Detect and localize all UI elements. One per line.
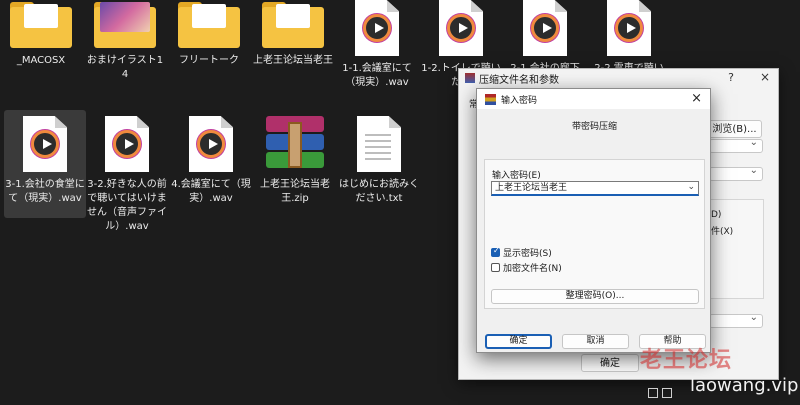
browse-button[interactable]: 浏览(B)... <box>707 120 762 138</box>
dialog-heading: 带密码压缩 <box>571 122 617 132</box>
password-value: 上老王论坛当老王 <box>495 183 568 193</box>
zip-archive-icon <box>264 116 326 172</box>
organize-passwords-button[interactable]: 整理密码(O)... <box>491 289 699 304</box>
password-panel: 输入密码(E) 上老王论坛当老王 ⌄ 显示密码(S) 加密文件名(N) 整理密码… <box>484 159 705 309</box>
file-item-freetalk[interactable]: フリートーク <box>168 2 250 68</box>
audio-file-icon <box>523 0 567 56</box>
cancel-button[interactable]: 取消 <box>562 334 629 349</box>
file-item-wav-4[interactable]: 4.会議室にて（現実）.wav <box>170 116 252 206</box>
file-item-zip[interactable]: 上老王论坛当老王.zip <box>254 116 336 206</box>
file-name: 上老王论坛当老王.zip <box>260 179 330 204</box>
text-file-icon <box>357 116 401 172</box>
file-name: はじめにお読みください.txt <box>339 179 419 204</box>
view-tiles-icon[interactable] <box>662 388 672 398</box>
folder-icon <box>262 2 324 48</box>
close-icon[interactable]: × <box>691 91 702 106</box>
file-item-wav-1-1[interactable]: 1-1.会議室にて（現実）.wav <box>336 0 418 90</box>
dialog-title: 输入密码 <box>501 95 538 106</box>
enter-password-dialog[interactable]: 输入密码 × 带密码压缩 输入密码(E) 上老王论坛当老王 ⌄ 显示密码(S) … <box>476 88 711 353</box>
view-details-icon[interactable] <box>648 388 658 398</box>
file-name: 4.会議室にて（現実）.wav <box>171 179 251 204</box>
checkbox-checked-icon[interactable] <box>491 246 500 257</box>
update-mode-combo[interactable] <box>709 165 763 181</box>
encrypt-names-checkbox[interactable]: 加密文件名(N) <box>491 261 562 274</box>
file-item-macosx[interactable]: _MACOSX <box>0 2 82 68</box>
winrar-logo-icon <box>465 73 475 83</box>
file-name: 3-2.好きな人の前で聴いてはいけません（音声ファイル）.wav <box>87 179 167 232</box>
file-item-wav-2-1[interactable]: 2-1.会社の廊下 <box>504 0 586 76</box>
close-icon[interactable]: × <box>760 70 770 84</box>
file-item-wav-3-1[interactable]: 3-1.会社の食堂にて（現実）.wav <box>4 110 86 218</box>
file-item-folder-laowang[interactable]: 上老王论坛当老王 <box>252 2 334 68</box>
file-name: おまけイラスト14 <box>86 55 164 80</box>
file-name: 1-1.会議室にて（現実）.wav <box>342 63 412 88</box>
audio-file-icon <box>189 116 233 172</box>
audio-file-icon <box>355 0 399 56</box>
watermark-logo-text: 老王论坛 <box>640 348 733 373</box>
watermark-url: laowang.vip <box>690 375 799 396</box>
file-name: 上老王论坛当老王 <box>253 55 333 66</box>
audio-file-icon <box>439 0 483 56</box>
option-fragment-x: 件(X) <box>711 227 734 237</box>
file-item-txt[interactable]: はじめにお読みください.txt <box>338 116 420 206</box>
winrar-logo-icon <box>485 93 496 105</box>
file-item-omake[interactable]: おまけイラスト14 <box>84 2 166 82</box>
dialog-titlebar[interactable]: 输入密码 <box>477 89 710 109</box>
checkbox-unchecked-icon[interactable] <box>491 263 500 272</box>
encrypt-names-label: 加密文件名(N) <box>503 264 562 274</box>
show-password-label: 显示密码(S) <box>503 249 552 259</box>
ok-button[interactable]: 确定 <box>485 334 552 349</box>
archive-params-title: 压缩文件名和参数 <box>479 74 559 86</box>
ok-button-back[interactable]: 确定 <box>581 354 639 372</box>
file-item-wav-3-2[interactable]: 3-2.好きな人の前で聴いてはいけません（音声ファイル）.wav <box>86 116 168 234</box>
show-password-checkbox[interactable]: 显示密码(S) <box>491 246 552 259</box>
chevron-down-icon[interactable]: ⌄ <box>687 181 695 193</box>
file-item-wav-2-2[interactable]: 2-2.電車で聴い <box>588 0 670 76</box>
folder-icon <box>178 2 240 48</box>
password-field-back[interactable] <box>709 312 763 328</box>
file-name: _MACOSX <box>16 55 66 66</box>
folder-icon <box>94 2 156 48</box>
folder-icon <box>10 2 72 48</box>
password-input[interactable]: 上老王论坛当老王 ⌄ <box>491 181 699 196</box>
audio-file-icon <box>607 0 651 56</box>
file-name: 3-1.会社の食堂にて（現実）.wav <box>5 179 85 204</box>
audio-file-icon <box>23 116 67 172</box>
help-icon[interactable]: ? <box>728 71 734 84</box>
password-label: 输入密码(E) <box>492 171 541 181</box>
option-fragment-d: D) <box>711 210 722 220</box>
archive-name-combo[interactable] <box>709 137 763 153</box>
file-name: フリートーク <box>179 55 239 66</box>
audio-file-icon <box>105 116 149 172</box>
